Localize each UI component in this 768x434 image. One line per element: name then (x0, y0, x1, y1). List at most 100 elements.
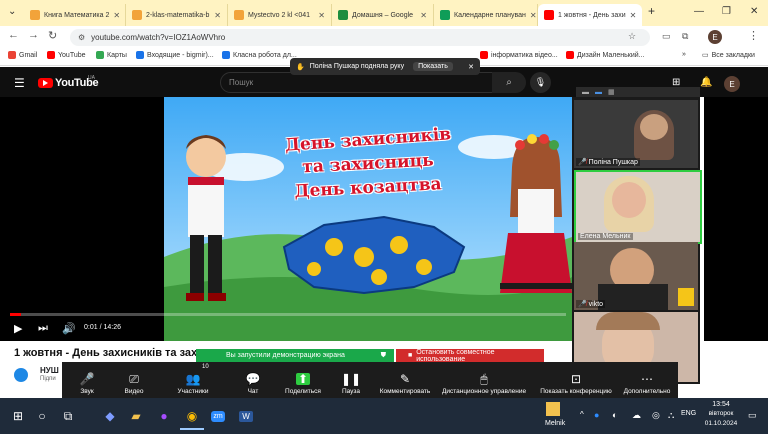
tray-app-icon[interactable]: ● (594, 410, 599, 420)
youtube-logo-icon[interactable] (38, 78, 53, 88)
next-icon[interactable]: ⏭ (38, 322, 48, 335)
user-folder-icon[interactable] (546, 402, 560, 416)
hamburger-menu-icon[interactable]: ☰ (14, 76, 25, 90)
participants-button[interactable]: 👥 Участники (170, 362, 216, 398)
channel-name[interactable]: НУШ (40, 366, 59, 375)
chat-button[interactable]: 💬 Чат (238, 362, 268, 398)
task-view-icon[interactable]: ⧉ (56, 404, 80, 428)
audio-button[interactable]: 🎤 Звук (70, 362, 104, 398)
channel-avatar[interactable] (14, 368, 28, 382)
remote-control-button[interactable]: 🖱 Дистанционное управление (438, 362, 530, 398)
profile-avatar[interactable]: E (708, 30, 722, 44)
participant-tile[interactable]: 🎤̸ Поліна Пушкар (574, 100, 698, 168)
browser-tab-active[interactable]: 1 жовтня - День захи ✕ (538, 4, 642, 26)
new-tab-button[interactable]: + (648, 4, 655, 18)
document-icon (234, 10, 244, 20)
voice-search-icon[interactable]: 🎙 (530, 72, 551, 93)
poster-decoration (678, 288, 694, 306)
close-icon[interactable]: ✕ (113, 11, 120, 20)
cast-icon[interactable]: ▭ (662, 31, 671, 42)
close-window-icon[interactable]: ✕ (750, 6, 758, 17)
yt-avatar[interactable]: E (724, 76, 740, 92)
bookmark-item[interactable]: Входящие - bigmir)... (136, 51, 214, 59)
stop-share-button[interactable]: ■ Остановить совместное использование (396, 348, 544, 363)
grid-view-icon[interactable]: ▦ (608, 88, 615, 96)
bookmark-item[interactable]: Карты (96, 51, 127, 59)
more-bookmarks-icon[interactable]: » (682, 51, 686, 58)
speaker-view-icon[interactable]: ▬ (595, 89, 602, 96)
play-icon[interactable]: ▶ (14, 322, 22, 335)
forward-icon[interactable]: → (28, 29, 39, 41)
volume-icon[interactable]: 🔊 (62, 322, 76, 335)
pause-share-button[interactable]: ❚❚ Пауза (336, 362, 366, 398)
close-icon[interactable]: ✕ (214, 11, 221, 20)
start-icon[interactable]: ⊞ (6, 404, 30, 428)
restore-icon[interactable]: ❐ (722, 6, 731, 17)
chrome-icon[interactable]: ◉ (180, 404, 204, 430)
bookmark-label: Gmail (19, 51, 38, 59)
close-icon[interactable]: ✕ (468, 63, 474, 71)
tab-search-icon[interactable]: ⌄ (8, 6, 16, 17)
copilot-icon[interactable]: ◆ (98, 404, 122, 428)
tray-expand-icon[interactable]: ^ (580, 410, 584, 419)
browser-tab[interactable]: Домашня – Google ✕ (332, 4, 434, 26)
annotate-button[interactable]: ✎ Комментировать (376, 362, 434, 398)
minimize-icon[interactable]: — (694, 6, 704, 17)
raise-hand-notification: ✋ Поліна Пушкар подняла руку Показать ✕ (290, 58, 480, 75)
progress-bar[interactable] (10, 313, 566, 316)
browser-tab[interactable]: Календарне плануван ✕ (434, 4, 538, 26)
bookmark-item[interactable]: Gmail (8, 51, 37, 59)
more-button[interactable]: ⋯ Дополнительно (620, 362, 674, 398)
share-button[interactable]: ⬆ Поделиться (280, 362, 326, 398)
close-icon[interactable]: ✕ (318, 11, 325, 20)
search-icon: ⌕ (506, 77, 512, 88)
address-bar[interactable]: ⚙ youtube.com/watch?v=IOZ1AoWVhro (70, 29, 650, 46)
browser-tab[interactable]: 2-klas-matematika-b ✕ (126, 4, 228, 26)
video-button[interactable]: ⎚ Видео (116, 362, 152, 398)
clock-time[interactable]: 13:54 (706, 401, 736, 408)
browser-tab[interactable]: Mystectvo 2 kl <041 ✕ (228, 4, 332, 26)
tray-icon[interactable]: ◎ (652, 410, 660, 421)
gallery-layout-icon[interactable]: ▬ (582, 89, 589, 96)
bookmark-item[interactable]: інформатика відео... (480, 51, 558, 59)
search-button[interactable]: ⌕ (492, 72, 526, 93)
tab-title: Домашня – Google (352, 11, 414, 19)
show-meeting-button[interactable]: ⊡ Показать конференцию (536, 362, 616, 398)
back-icon[interactable]: ← (8, 29, 19, 41)
reload-icon[interactable]: ↻ (48, 29, 57, 42)
video-frame[interactable] (164, 97, 572, 341)
language-indicator[interactable]: ENG (681, 410, 696, 417)
bookmark-item[interactable]: Класна робота дл... (222, 51, 297, 59)
zoom-app-icon[interactable]: zm (206, 404, 230, 428)
participant-name-text: Елена Мельник (580, 233, 631, 240)
document-icon (132, 10, 142, 20)
stop-share-text: Остановить совместное использование (416, 348, 495, 363)
bookmark-item[interactable]: YouTube (47, 51, 86, 59)
show-button[interactable]: Показать (413, 62, 453, 71)
bookmark-star-icon[interactable]: ☆ (628, 31, 636, 42)
notification-center-icon[interactable]: ▭ (748, 410, 757, 421)
close-icon[interactable]: ✕ (630, 11, 637, 20)
word-icon[interactable]: W (234, 404, 258, 428)
participant-tile[interactable]: 🎤̸ vikto (574, 242, 698, 310)
viber-icon[interactable]: ● (152, 404, 176, 428)
all-bookmarks[interactable]: ▭ Все закладки (702, 51, 755, 60)
site-info-icon[interactable]: ⚙ (78, 33, 85, 42)
close-icon[interactable]: ✕ (530, 11, 537, 20)
bookmark-item[interactable]: Дизайн Маленький... (566, 51, 644, 59)
tray-icon[interactable]: ◐ (612, 410, 617, 420)
tray-icon[interactable]: ⛬ (668, 410, 674, 421)
participant-tile-active[interactable]: Елена Мельник (574, 170, 702, 244)
extensions-icon[interactable]: ⧉ (682, 31, 688, 42)
close-icon[interactable]: ✕ (420, 11, 427, 20)
menu-icon[interactable]: ⋮ (748, 29, 759, 42)
notifications-icon[interactable]: 🔔 (700, 77, 712, 88)
search-input[interactable]: Пошук (220, 72, 518, 93)
search-icon[interactable]: ○ (30, 404, 54, 428)
participant-face (640, 114, 668, 140)
browser-tab[interactable]: Книга Математика 2 ✕ (24, 4, 126, 26)
pause-icon: ❚❚ (340, 372, 362, 386)
toolbar-label: Дистанционное управление (441, 388, 527, 395)
file-explorer-icon[interactable]: ▰ (124, 404, 148, 428)
tray-icon[interactable]: ☁ (632, 410, 641, 421)
